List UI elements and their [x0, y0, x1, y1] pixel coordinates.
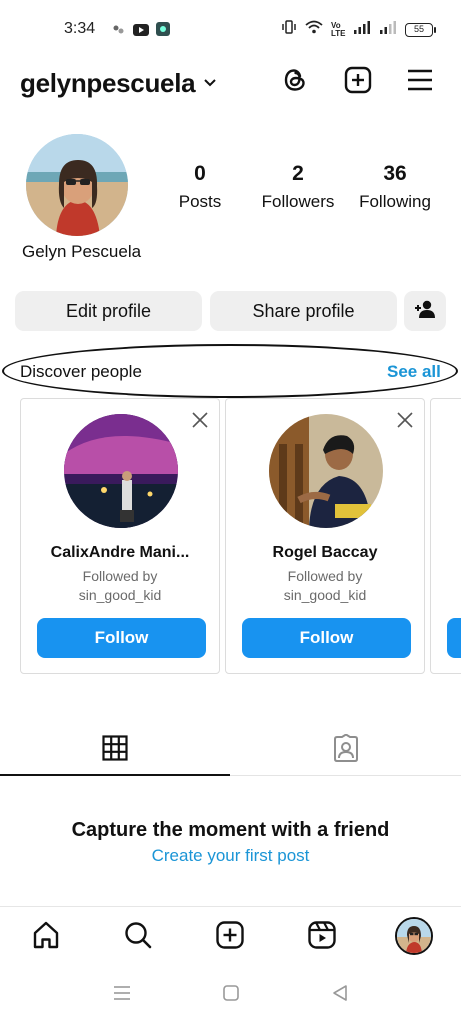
status-time: 3:34	[64, 20, 96, 37]
app-icon	[156, 22, 170, 41]
youtube-icon	[133, 23, 149, 41]
close-icon[interactable]	[191, 411, 209, 429]
account-switcher[interactable]: gelynpescuela	[20, 68, 217, 99]
nav-create[interactable]	[212, 919, 248, 955]
nav-reels[interactable]	[304, 919, 340, 955]
profile-header: gelynpescuela	[0, 62, 461, 106]
suggestion-avatar[interactable]	[269, 414, 383, 528]
add-person-icon	[414, 300, 436, 323]
signal-icon	[353, 20, 371, 39]
volte-label: Vo LTE	[331, 20, 346, 38]
suggestion-card: Rogel Baccay Followed by sin_good_kid Fo…	[225, 398, 425, 674]
signal-icon-2	[379, 20, 397, 39]
close-icon[interactable]	[396, 411, 414, 429]
search-icon	[123, 920, 153, 955]
tab-tagged[interactable]	[231, 724, 461, 776]
follow-button-peek[interactable]	[447, 618, 461, 658]
home-button[interactable]	[219, 984, 243, 1006]
stat-posts[interactable]: 0 Posts	[175, 162, 225, 212]
status-bar: 3:34 Vo LTE 55	[0, 0, 461, 62]
back-triangle-icon	[331, 984, 349, 1007]
square-icon	[222, 984, 240, 1007]
notification-icon	[112, 23, 126, 41]
share-profile-button[interactable]: Share profile	[210, 291, 397, 331]
suggestion-followed-by: Followed by	[82, 568, 158, 584]
create-post-icon	[344, 66, 372, 99]
stat-followers-value: 2	[292, 162, 304, 185]
back-button[interactable]	[328, 984, 352, 1006]
wifi-icon	[305, 20, 323, 39]
create-first-post-link[interactable]: Create your first post	[0, 846, 461, 866]
create-post-button[interactable]	[340, 64, 376, 100]
nav-search[interactable]	[120, 919, 156, 955]
menu-button[interactable]	[402, 64, 438, 100]
edit-profile-button[interactable]: Edit profile	[15, 291, 202, 331]
threads-button[interactable]	[277, 64, 313, 100]
stat-followers-label: Followers	[261, 192, 335, 211]
discover-people-title: Discover people	[20, 362, 142, 381]
suggestion-mutual: sin_good_kid	[283, 587, 367, 603]
system-navigation-bar	[0, 966, 461, 1024]
grid-icon	[102, 734, 128, 766]
nav-profile-avatar[interactable]	[395, 917, 433, 955]
profile-avatar[interactable]	[26, 134, 128, 236]
empty-state-title: Capture the moment with a friend	[71, 819, 390, 841]
battery-indicator: 55	[405, 22, 436, 37]
tagged-icon	[332, 732, 360, 767]
see-all-link[interactable]: See all	[387, 362, 441, 382]
suggestion-mutual: sin_good_kid	[78, 587, 162, 603]
tab-posts-grid[interactable]	[0, 724, 230, 776]
suggestion-name: CalixAndre Mani...	[50, 544, 190, 561]
suggestion-followed-by: Followed by	[287, 568, 363, 584]
suggestion-avatar[interactable]	[64, 414, 178, 528]
menu-icon	[406, 68, 434, 97]
threads-icon	[281, 66, 309, 99]
vibrate-icon	[281, 20, 297, 39]
active-tab-indicator	[0, 774, 230, 776]
recents-icon	[113, 985, 131, 1006]
username: gelynpescuela	[20, 68, 196, 98]
stat-followers[interactable]: 2 Followers	[256, 162, 340, 212]
nav-home[interactable]	[28, 919, 64, 955]
home-icon	[31, 920, 61, 955]
chevron-down-icon	[203, 75, 217, 93]
stat-posts-value: 0	[194, 162, 206, 185]
stat-following-label: Following	[359, 192, 431, 211]
reels-icon	[307, 920, 337, 955]
follow-button[interactable]: Follow	[37, 618, 206, 658]
stat-following[interactable]: 36 Following	[355, 162, 435, 212]
stat-posts-label: Posts	[178, 192, 222, 211]
suggestion-name: Rogel Baccay	[272, 544, 378, 561]
suggestion-card-peek[interactable]	[430, 398, 461, 674]
bottom-navigation	[0, 906, 461, 966]
suggestion-card: CalixAndre Mani... Followed by sin_good_…	[20, 398, 220, 674]
stat-following-value: 36	[383, 162, 407, 185]
follow-button[interactable]: Follow	[242, 618, 411, 658]
create-icon	[215, 920, 245, 955]
profile-full-name: Gelyn Pescuela	[22, 242, 142, 261]
recents-button[interactable]	[110, 984, 134, 1006]
discover-people-toggle-button[interactable]	[404, 291, 446, 331]
